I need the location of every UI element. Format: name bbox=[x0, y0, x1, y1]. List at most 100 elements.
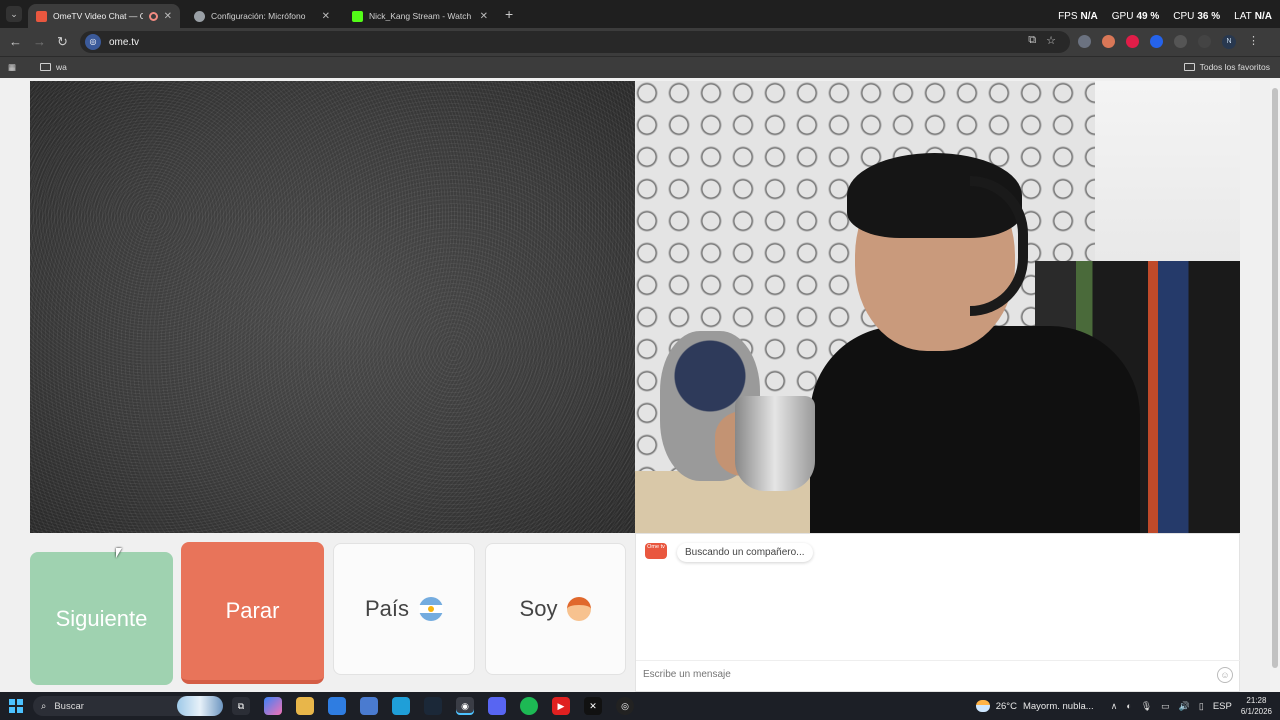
weather-cloud-icon bbox=[975, 700, 990, 712]
ometv-logo-icon: Ome tv bbox=[645, 543, 667, 559]
profile-avatar[interactable]: N bbox=[1222, 35, 1236, 49]
ometv-page: Siguiente Parar País Soy Ome tv Buscando… bbox=[0, 78, 1280, 692]
mouse-cursor-icon bbox=[116, 548, 122, 558]
browser-menu-icon[interactable]: ⋮ bbox=[1247, 35, 1260, 48]
next-button-label: Siguiente bbox=[55, 605, 148, 631]
install-app-icon[interactable]: ⧉ bbox=[1028, 34, 1036, 47]
forward-arrow-icon[interactable]: → bbox=[33, 34, 46, 49]
settings-gear-icon bbox=[194, 10, 205, 22]
fps-stat: FPS N/A bbox=[1058, 11, 1098, 22]
tab-title: Nick_Kang Stream - Watch Live bbox=[369, 11, 474, 21]
recording-indicator-icon bbox=[148, 11, 158, 21]
bookmark-folder-label: wa bbox=[56, 62, 67, 72]
ometv-favicon-icon bbox=[36, 10, 47, 22]
media-player-icon[interactable]: ▶ bbox=[552, 697, 570, 715]
gender-button-label: Soy bbox=[519, 596, 558, 621]
reading-list-icon[interactable] bbox=[1198, 35, 1211, 48]
tab-ometv[interactable]: OmeTV Video Chat — Ome ✕ bbox=[28, 4, 180, 28]
task-view-icon[interactable]: ⧉ bbox=[232, 697, 250, 715]
steam-icon[interactable] bbox=[424, 697, 442, 715]
argentina-flag-icon bbox=[419, 597, 444, 621]
clock-time: 21:28 bbox=[1246, 696, 1267, 705]
tab-title: OmeTV Video Chat — Ome bbox=[53, 11, 143, 21]
stranger-video-static bbox=[30, 81, 635, 533]
spotify-icon[interactable] bbox=[520, 697, 538, 715]
tab-search-chevron-icon[interactable]: ⌄ bbox=[6, 6, 22, 22]
input-language[interactable]: ESP bbox=[1213, 701, 1232, 712]
tab-close-icon[interactable]: ✕ bbox=[322, 11, 330, 22]
gender-button[interactable]: Soy bbox=[485, 543, 626, 675]
stop-button[interactable]: Parar bbox=[181, 542, 324, 684]
tab-microphone-settings[interactable]: Configuración: Micrófono ✕ bbox=[186, 4, 338, 28]
page-scrollbar[interactable] bbox=[1270, 78, 1280, 692]
network-icon[interactable]: ▭ bbox=[1161, 701, 1170, 712]
tray-overflow-chevron-icon[interactable]: ∧ bbox=[1111, 701, 1118, 712]
back-arrow-icon[interactable]: ← bbox=[9, 34, 22, 49]
windows-start-icon[interactable] bbox=[9, 699, 23, 713]
weather-description: Mayorm. nubla... bbox=[1022, 700, 1094, 712]
url-text[interactable]: ome.tv bbox=[109, 37, 139, 48]
capcut-icon[interactable]: ✕ bbox=[584, 697, 602, 715]
video-person-body bbox=[810, 326, 1140, 533]
tray-app-icon[interactable]: ◐ bbox=[1126, 701, 1131, 711]
taskbar-search-label: Buscar bbox=[54, 700, 84, 712]
copilot-icon[interactable] bbox=[264, 697, 282, 715]
apps-grid-icon[interactable]: ▦ bbox=[8, 62, 16, 73]
latency-stat: LAT N/A bbox=[1234, 11, 1272, 22]
chat-panel: Ome tv Buscando un compañero... ☺ bbox=[635, 533, 1241, 693]
searching-status-message: Buscando un compañero... bbox=[677, 543, 813, 562]
message-input[interactable] bbox=[643, 669, 1203, 680]
microsoft-store-icon[interactable] bbox=[360, 697, 378, 715]
country-button-label: País bbox=[364, 596, 410, 621]
folder-icon bbox=[1183, 63, 1195, 71]
stop-button-label: Parar bbox=[225, 598, 280, 623]
tab-close-icon[interactable]: ✕ bbox=[480, 11, 488, 22]
search-icon: ⌕ bbox=[41, 700, 47, 712]
taskbar-clock[interactable]: 21:28 6/1/2026 bbox=[1241, 695, 1272, 717]
battery-icon[interactable]: ▯ bbox=[1199, 701, 1204, 712]
obs-icon[interactable]: ◎ bbox=[616, 697, 634, 715]
boy-emoji-icon bbox=[567, 597, 592, 621]
extensions-puzzle-icon[interactable] bbox=[1174, 35, 1187, 48]
address-toolbar: ← → ↻ ◎ ome.tv ⧉ ☆ N ⋮ bbox=[0, 28, 1280, 56]
next-button[interactable]: Siguiente bbox=[30, 552, 173, 685]
emoji-picker-icon[interactable]: ☺ bbox=[1217, 667, 1233, 683]
site-info-icon[interactable]: ◎ bbox=[85, 34, 101, 50]
browser-tab-strip: ⌄ OmeTV Video Chat — Ome ✕ Configuración… bbox=[0, 0, 1280, 28]
video-mate-cup bbox=[735, 396, 815, 491]
pinned-apps: ⧉ ◉ ▶ ✕ ◎ bbox=[232, 697, 634, 715]
gpu-stat: GPU 49 % bbox=[1111, 11, 1160, 22]
file-explorer-icon[interactable] bbox=[296, 697, 314, 715]
weather-widget[interactable]: 26°C Mayorm. nubla... bbox=[975, 700, 1094, 712]
bookmarks-bar: ▦ wa Todos los favoritos bbox=[0, 56, 1280, 78]
microphone-icon[interactable]: 🎙 bbox=[1141, 701, 1152, 712]
search-highlight-image bbox=[177, 696, 223, 716]
volume-icon[interactable]: 🔊 bbox=[1179, 701, 1190, 712]
chat-input-bar: ☺ bbox=[636, 660, 1241, 693]
new-tab-button[interactable]: + bbox=[505, 6, 513, 22]
tab-kick-stream[interactable]: Nick_Kang Stream - Watch Live ✕ bbox=[344, 4, 496, 28]
edge-icon[interactable] bbox=[392, 697, 410, 715]
tab-close-icon[interactable]: ✕ bbox=[164, 11, 172, 22]
extension-record-icon[interactable] bbox=[1126, 35, 1139, 48]
mail-icon[interactable] bbox=[328, 697, 346, 715]
all-bookmarks-folder[interactable]: Todos los favoritos bbox=[1183, 62, 1270, 72]
reload-icon[interactable]: ↻ bbox=[57, 34, 68, 50]
bookmark-star-icon[interactable]: ☆ bbox=[1046, 34, 1056, 47]
chrome-icon[interactable]: ◉ bbox=[456, 697, 474, 715]
bookmark-folder-wa[interactable]: wa bbox=[40, 62, 67, 72]
extension-globe-icon[interactable] bbox=[1078, 35, 1091, 48]
system-tray: 26°C Mayorm. nubla... ∧ ◐ 🎙 ▭ 🔊 ▯ ESP 21… bbox=[975, 692, 1272, 720]
extensions-area: N ⋮ bbox=[1078, 35, 1260, 49]
all-bookmarks-label: Todos los favoritos bbox=[1199, 62, 1270, 72]
omnibox[interactable]: ◎ ome.tv ⧉ ☆ bbox=[80, 31, 1070, 53]
performance-overlay: FPS N/A GPU 49 % CPU 36 % LAT N/A bbox=[1058, 11, 1272, 22]
extension-audio-icon[interactable] bbox=[1150, 35, 1163, 48]
scrollbar-thumb[interactable] bbox=[1272, 88, 1278, 668]
country-button[interactable]: País bbox=[333, 543, 475, 675]
own-camera-video bbox=[635, 81, 1240, 533]
extension-cookie-icon[interactable] bbox=[1102, 35, 1115, 48]
cpu-stat: CPU 36 % bbox=[1173, 11, 1221, 22]
taskbar-search-box[interactable]: ⌕ Buscar bbox=[33, 696, 223, 716]
discord-icon[interactable] bbox=[488, 697, 506, 715]
